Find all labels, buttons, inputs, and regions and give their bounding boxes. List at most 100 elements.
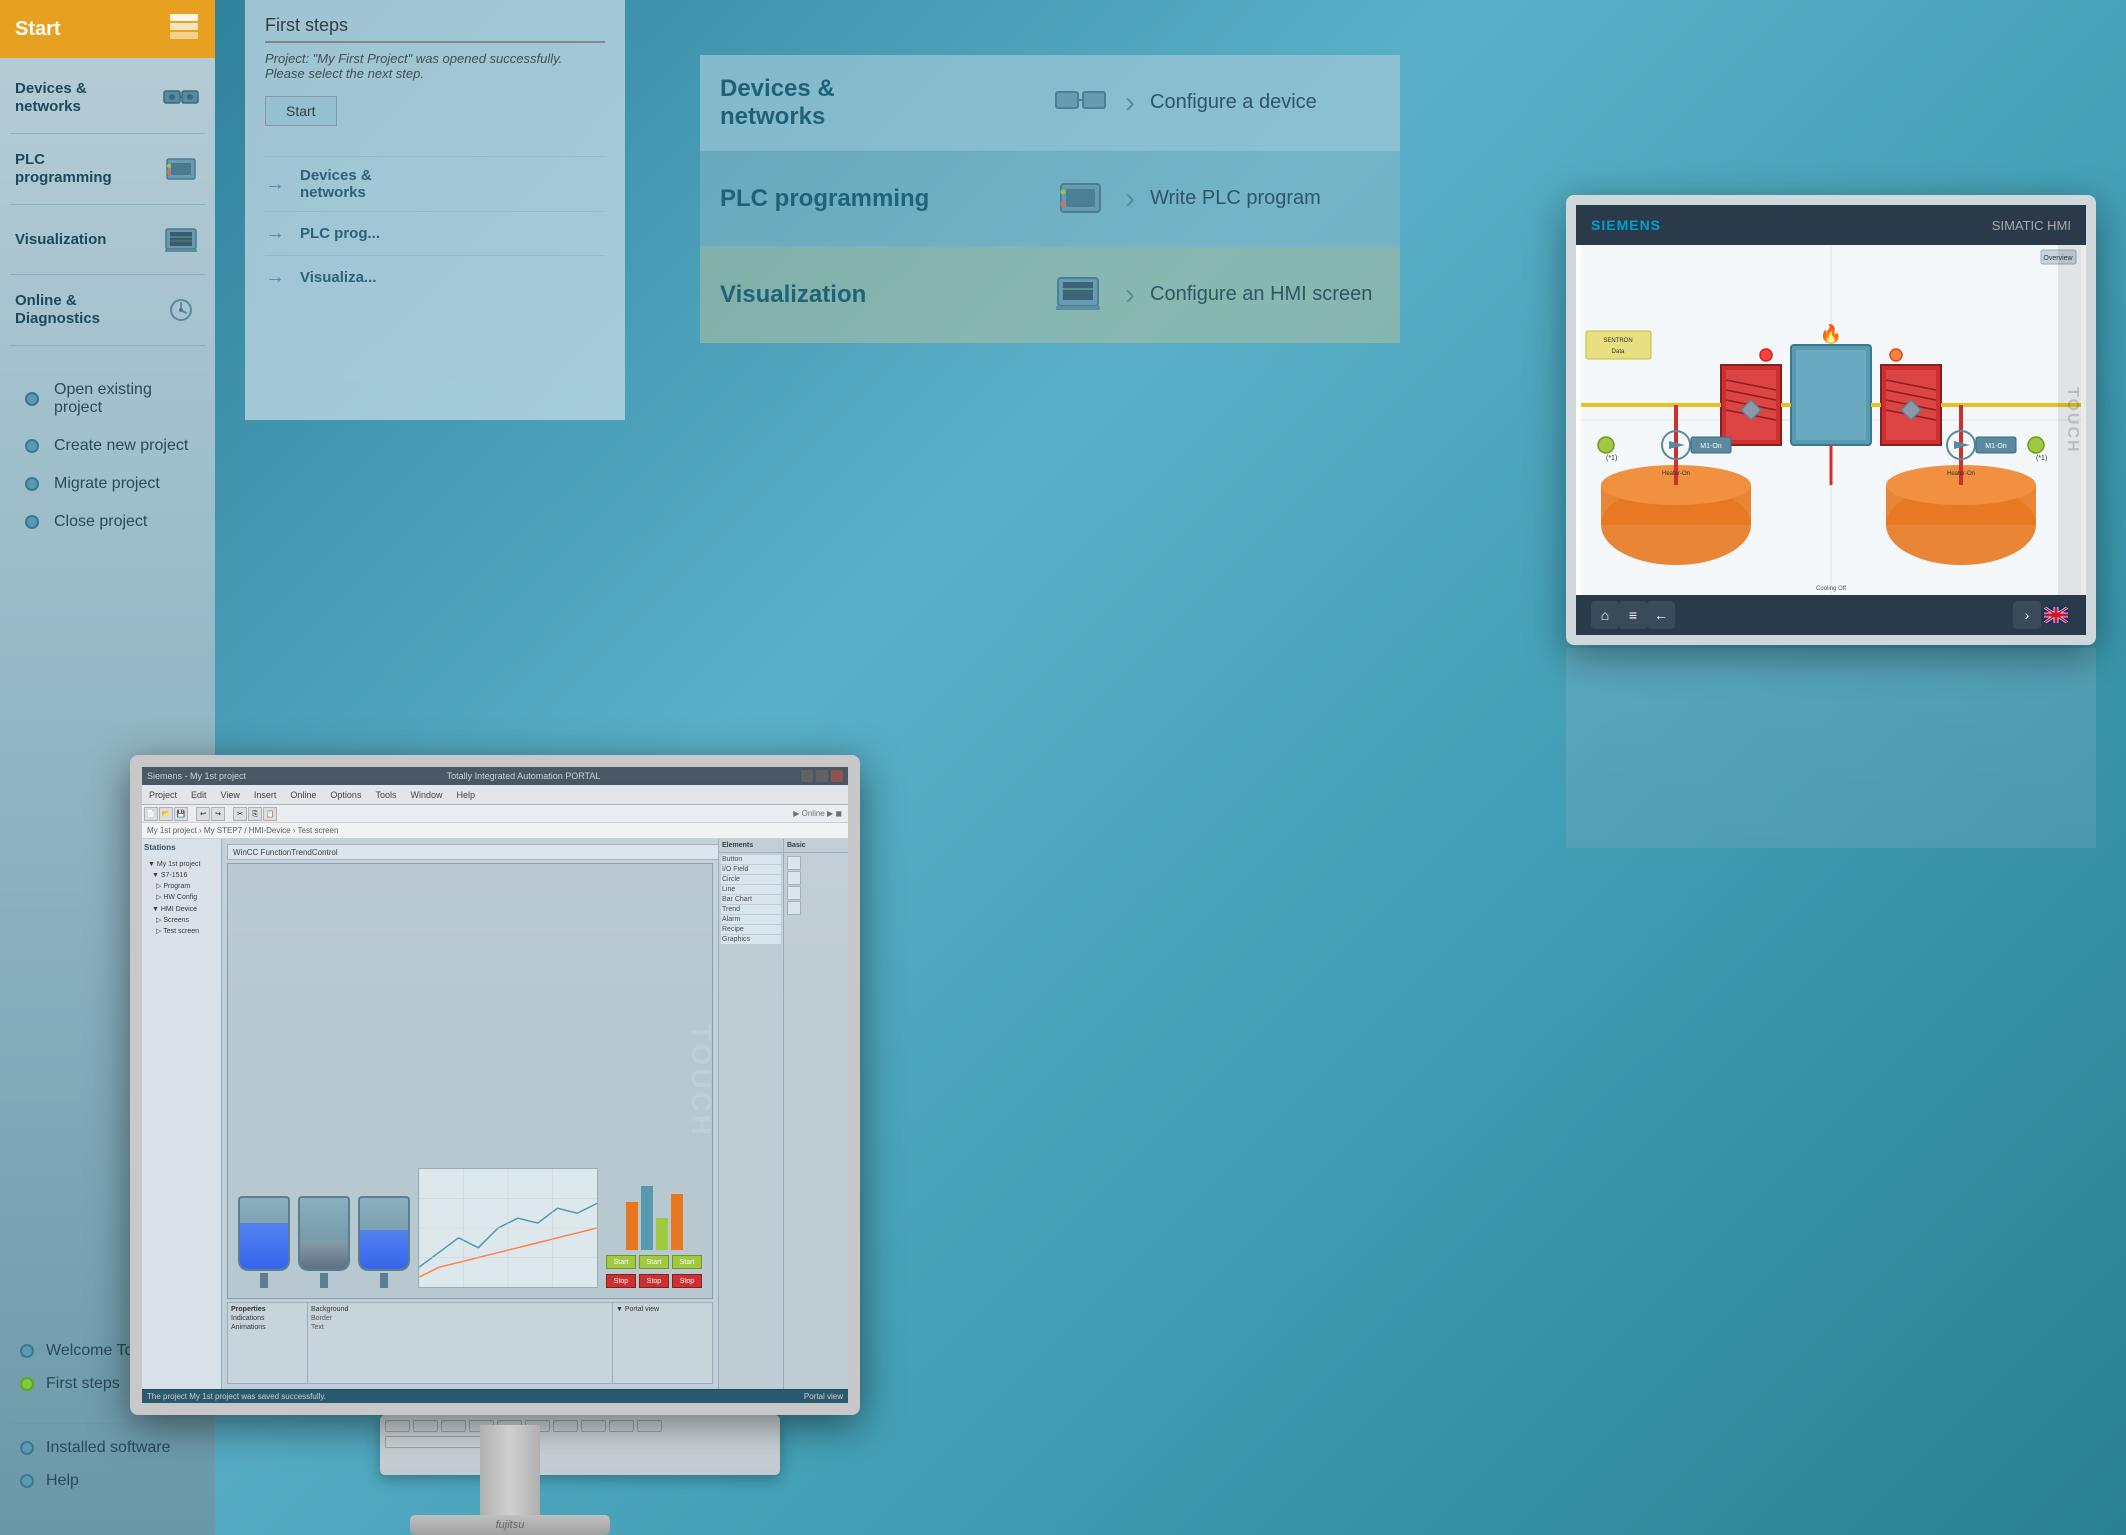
portal-nav-devices[interactable]: → Devices &networks xyxy=(265,156,605,211)
stop-btn-1[interactable]: Stop xyxy=(606,1274,636,1288)
simatic-label: SIMATIC HMI xyxy=(1992,218,2071,233)
sidebar-item-devices-networks[interactable]: Devices &networks xyxy=(0,68,215,128)
menu-insert[interactable]: Insert xyxy=(250,790,281,800)
elem-circle[interactable]: Circle xyxy=(721,875,781,884)
prop-tabs: Properties Indications Animations xyxy=(228,1303,308,1383)
sidebar-item-online-diag[interactable]: Online &Diagnostics xyxy=(0,280,215,340)
menu-item-close[interactable]: Close project xyxy=(25,513,190,531)
menu-item-open[interactable]: Open existing project xyxy=(25,381,190,417)
task-items xyxy=(784,853,848,918)
sidebar-item-visualization[interactable]: Visualization xyxy=(0,210,215,269)
tia-statusbar: The project My 1st project was saved suc… xyxy=(142,1389,848,1403)
tb-redo[interactable]: ↪ xyxy=(211,807,225,821)
task-btn-4[interactable] xyxy=(787,901,801,915)
tia-project-tree: Stations ▼ My 1st project ▼ S7-1516 ▷ Pr… xyxy=(142,839,222,1389)
tb-copy[interactable]: ⎘ xyxy=(248,807,262,821)
task-btn-1[interactable] xyxy=(787,856,801,870)
tb-save[interactable]: 💾 xyxy=(174,807,188,821)
menu-edit[interactable]: Edit xyxy=(187,790,211,800)
trend-chart xyxy=(418,1168,598,1288)
menu-help[interactable]: Help xyxy=(452,790,479,800)
minimize-btn[interactable] xyxy=(801,770,813,782)
elem-bar[interactable]: Bar Chart xyxy=(721,895,781,904)
silo-2-body xyxy=(298,1196,350,1271)
task-btn-2[interactable] xyxy=(787,871,801,885)
hmi-menu-btn[interactable]: ≡ xyxy=(1619,601,1647,629)
hmi-back-btn[interactable]: ← xyxy=(1647,601,1675,629)
ref-2: (*1) xyxy=(2036,455,2047,462)
prop-tab-indications[interactable]: Indications xyxy=(231,1315,304,1322)
tia-body: Stations ▼ My 1st project ▼ S7-1516 ▷ Pr… xyxy=(142,839,848,1389)
stop-btn-3[interactable]: Stop xyxy=(672,1274,702,1288)
tb-new[interactable]: 📄 xyxy=(144,807,158,821)
tree-item-1[interactable]: ▼ My 1st project xyxy=(144,859,219,870)
installed-sw-dot xyxy=(20,1441,34,1455)
tia-titlebar: Siemens - My 1st project Totally Integra… xyxy=(142,767,848,785)
elem-alarm[interactable]: Alarm xyxy=(721,915,781,924)
workflow-plc-title: PLC programming xyxy=(720,185,1050,213)
hmi-toolbar-label: WinCC FunctionTrendControl xyxy=(233,848,338,857)
migrate-project-label: Migrate project xyxy=(54,475,160,493)
tb-paste[interactable]: 📋 xyxy=(263,807,277,821)
control-btns: Start Start Start xyxy=(606,1255,702,1269)
tb-cut[interactable]: ✂ xyxy=(233,807,247,821)
start-btn-3[interactable]: Start xyxy=(672,1255,702,1269)
sep3 xyxy=(10,274,205,275)
elem-graphics[interactable]: Graphics xyxy=(721,935,781,944)
hmi-next-btn[interactable]: › xyxy=(2013,601,2041,629)
silo-1-leg xyxy=(260,1273,268,1288)
open-project-label: Open existing project xyxy=(54,381,190,417)
tree-item-5[interactable]: ▼ HMI Device xyxy=(144,904,219,915)
properties-panel: Properties Indications Animations Backgr… xyxy=(227,1302,713,1384)
start-btn-2[interactable]: Start xyxy=(639,1255,669,1269)
workflow-write-plc: Write PLC program xyxy=(1150,187,1380,210)
bar-chart xyxy=(626,1170,683,1250)
sep4 xyxy=(10,345,205,346)
start-btn-1[interactable]: Start xyxy=(606,1255,636,1269)
start-button[interactable]: Start xyxy=(265,96,337,126)
silo-3-leg xyxy=(380,1273,388,1288)
elem-recipe[interactable]: Recipe xyxy=(721,925,781,934)
elem-io[interactable]: I/O Field xyxy=(721,865,781,874)
hmi-canvas: Start Start Start Stop Stop Stop xyxy=(227,863,713,1299)
status-text: The project My 1st project was saved suc… xyxy=(147,1392,326,1401)
menu-online[interactable]: Online xyxy=(286,790,320,800)
tree-item-2[interactable]: ▼ S7-1516 xyxy=(144,870,219,881)
menu-view[interactable]: View xyxy=(217,790,244,800)
menu-item-create[interactable]: Create new project xyxy=(25,437,190,455)
elem-trend[interactable]: Trend xyxy=(721,905,781,914)
close-btn[interactable] xyxy=(831,770,843,782)
elem-line[interactable]: Line xyxy=(721,885,781,894)
prop-tab-colors[interactable]: Animations xyxy=(231,1324,304,1331)
maximize-btn[interactable] xyxy=(816,770,828,782)
tree-item-7[interactable]: ▷ Test screen xyxy=(144,926,219,937)
menu-tools[interactable]: Tools xyxy=(371,790,400,800)
tree-item-6[interactable]: ▷ Screens xyxy=(144,915,219,926)
menu-window[interactable]: Window xyxy=(406,790,446,800)
menu-item-migrate[interactable]: Migrate project xyxy=(25,475,190,493)
menu-project[interactable]: Project xyxy=(145,790,181,800)
monitor-brand: fujitsu xyxy=(496,1519,525,1531)
hmi-home-btn[interactable]: ⌂ xyxy=(1591,601,1619,629)
hmi-display: 🔥 SENTRON Data Heater-On Heater-On M1-On… xyxy=(1576,245,2086,595)
workflow-configure-hmi: Configure an HMI screen xyxy=(1150,283,1380,306)
elem-button[interactable]: Button xyxy=(721,855,781,864)
open-project-dot xyxy=(25,392,39,406)
workflow-devices-row[interactable]: Devices &networks › Configure a device xyxy=(700,55,1400,151)
heater-on-label-1: Heater-On xyxy=(1662,471,1690,477)
tb-open[interactable]: 📂 xyxy=(159,807,173,821)
portal-nav-viz[interactable]: → Visualiza... xyxy=(265,255,605,299)
workflow-viz-row[interactable]: Visualization › Configure an HMI screen xyxy=(700,247,1400,343)
tia-title: Siemens - My 1st project xyxy=(147,771,246,781)
tree-item-4[interactable]: ▷ HW Config xyxy=(144,892,219,903)
tree-item-3[interactable]: ▷ Program xyxy=(144,881,219,892)
sidebar-item-plc-label: PLCprogramming xyxy=(15,151,160,187)
tb-undo[interactable]: ↩ xyxy=(196,807,210,821)
workflow-panel: Devices &networks › Configure a device P… xyxy=(700,55,1400,345)
stop-btn-2[interactable]: Stop xyxy=(639,1274,669,1288)
portal-nav-plc[interactable]: → PLC prog... xyxy=(265,211,605,255)
sidebar-item-plc[interactable]: PLCprogramming xyxy=(0,139,215,199)
task-btn-3[interactable] xyxy=(787,886,801,900)
workflow-plc-row[interactable]: PLC programming › Write PLC program xyxy=(700,151,1400,247)
menu-options[interactable]: Options xyxy=(326,790,365,800)
